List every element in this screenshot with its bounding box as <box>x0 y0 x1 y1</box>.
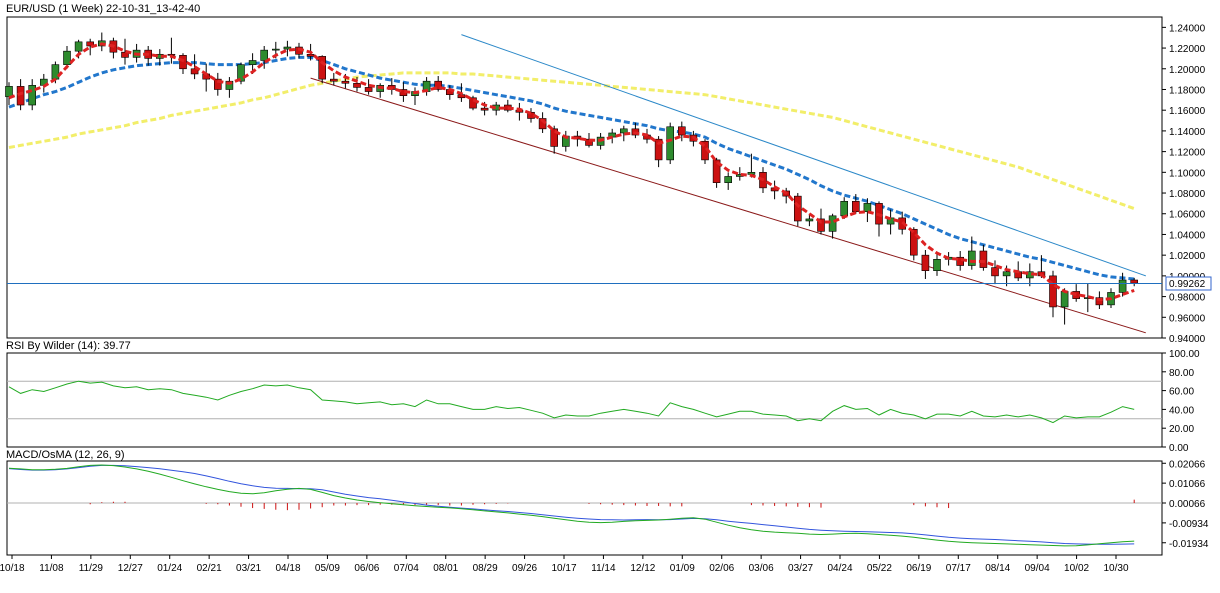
date-tick-label: 02/06 <box>709 563 734 574</box>
candle-body <box>329 78 338 82</box>
price-tick-label: 0.96000 <box>1169 313 1206 324</box>
date-tick-label: 08/01 <box>433 563 458 574</box>
current-price-box: 0.99262 <box>1165 276 1212 291</box>
date-tick-label: 03/21 <box>236 563 261 574</box>
candle-body <box>967 250 976 266</box>
date-tick-label: 03/06 <box>749 563 774 574</box>
candle-body <box>51 64 60 80</box>
candle-body <box>840 201 849 217</box>
rsi-label: RSI By Wilder (14): 39.77 <box>6 340 131 352</box>
price-tick-label: 1.16000 <box>1169 106 1206 117</box>
date-tick-label: 05/09 <box>315 563 340 574</box>
date-tick-label: 05/22 <box>867 563 892 574</box>
date-tick-label: 09/04 <box>1025 563 1050 574</box>
date-tick-label: 07/17 <box>946 563 971 574</box>
date-tick-label: 02/21 <box>197 563 222 574</box>
rsi-tick-label: 0.00 <box>1169 443 1189 454</box>
price-tick-label: 1.12000 <box>1169 148 1206 159</box>
date-tick-label: 01/09 <box>670 563 695 574</box>
date-tick-label: 07/04 <box>394 563 419 574</box>
candle-body <box>1118 279 1127 293</box>
rsi-tick-label: 60.00 <box>1169 387 1194 398</box>
date-tick-label: 10/30 <box>1103 563 1128 574</box>
candle-body <box>1060 291 1069 308</box>
candle-body <box>318 56 327 80</box>
current-price-label: 0.99262 <box>1169 279 1206 290</box>
candle-body <box>991 267 999 277</box>
candle-body <box>724 176 733 183</box>
macd-tick-label: -0.01934 <box>1169 539 1209 550</box>
macd-tick-label: 0.02066 <box>1169 459 1206 470</box>
price-tick-label: 1.10000 <box>1169 168 1206 179</box>
date-tick-label: 09/26 <box>512 563 537 574</box>
price-tick-label: 1.18000 <box>1169 85 1206 96</box>
candle-body <box>933 259 941 271</box>
candle-body <box>364 87 373 92</box>
candle-body <box>805 218 814 222</box>
date-tick-label: 10/02 <box>1064 563 1089 574</box>
date-tick-label: 08/29 <box>473 563 498 574</box>
candle-body <box>74 41 83 52</box>
candle <box>793 193 802 227</box>
date-tick-label: 10/17 <box>551 563 576 574</box>
candle-body <box>271 48 280 51</box>
candle-body <box>306 53 315 57</box>
candle-body <box>260 49 269 61</box>
candle-body <box>979 250 988 268</box>
forex-chart: 1.24000 1.22000 1.20000 1.18000 1.16000 1.140… <box>0 3 1212 574</box>
price-tick-label: 1.14000 <box>1169 127 1206 138</box>
price-tick-label: 1.06000 <box>1169 210 1206 221</box>
candle <box>666 122 675 165</box>
price-tick-label: 1.22000 <box>1169 44 1206 55</box>
date-tick-label: 11/08 <box>39 563 64 574</box>
date-tick-label: 11/29 <box>79 563 104 574</box>
rsi-tick-label: 40.00 <box>1169 405 1194 416</box>
candle-body <box>863 203 872 212</box>
date-tick-label: 10/18 <box>0 563 25 574</box>
candle-body <box>677 126 686 136</box>
rsi-tick-label: 100.00 <box>1169 349 1200 360</box>
price-tick-label: 1.04000 <box>1169 230 1206 241</box>
candle-body <box>1002 271 1011 277</box>
candle-body <box>248 60 257 65</box>
rsi-tick-label: 20.00 <box>1169 424 1194 435</box>
rsi-panel-frame <box>6 352 1163 448</box>
candle-body <box>5 86 13 98</box>
candle-body <box>921 254 930 271</box>
candle <box>318 55 327 84</box>
chart-title: EUR/USD (1 Week) 22-10-31_13-42-40 <box>6 3 200 15</box>
macd-tick-label: 0.00066 <box>1169 499 1206 510</box>
date-tick-label: 01/24 <box>157 563 182 574</box>
date-tick-label: 03/27 <box>788 563 813 574</box>
date-tick-label: 06/19 <box>906 563 931 574</box>
price-tick-label: 1.02000 <box>1169 251 1206 262</box>
candle-body <box>793 195 802 222</box>
macd-tick-label: 0.01066 <box>1169 479 1206 490</box>
candle-body <box>341 80 350 84</box>
date-tick-label: 11/14 <box>591 563 616 574</box>
date-tick-label: 08/14 <box>985 563 1010 574</box>
price-tick-label: 0.98000 <box>1169 293 1206 304</box>
candle-body <box>909 228 918 256</box>
date-tick-label: 06/06 <box>354 563 379 574</box>
candle-body <box>480 107 489 111</box>
date-tick-label: 12/12 <box>630 563 655 574</box>
date-tick-label: 04/24 <box>827 563 852 574</box>
candle-body <box>1130 279 1138 284</box>
price-tick-label: 1.08000 <box>1169 189 1206 200</box>
candle-body <box>353 82 361 88</box>
price-tick-label: 0.94000 <box>1169 334 1206 345</box>
macd-panel-frame <box>6 460 1163 556</box>
macd-label: MACD/OsMA (12, 26, 9) <box>6 449 125 461</box>
date-tick-label: 04/18 <box>275 563 300 574</box>
candle-body <box>828 215 837 232</box>
rsi-tick-label: 80.00 <box>1169 368 1194 379</box>
candle-body <box>666 126 675 161</box>
candle-body <box>851 201 860 212</box>
price-tick-label: 1.20000 <box>1169 65 1206 76</box>
price-tick-label: 1.24000 <box>1169 23 1206 34</box>
candle-body <box>63 50 71 65</box>
date-tick-label: 12/27 <box>118 563 143 574</box>
macd-tick-label: -0.00934 <box>1169 519 1209 530</box>
